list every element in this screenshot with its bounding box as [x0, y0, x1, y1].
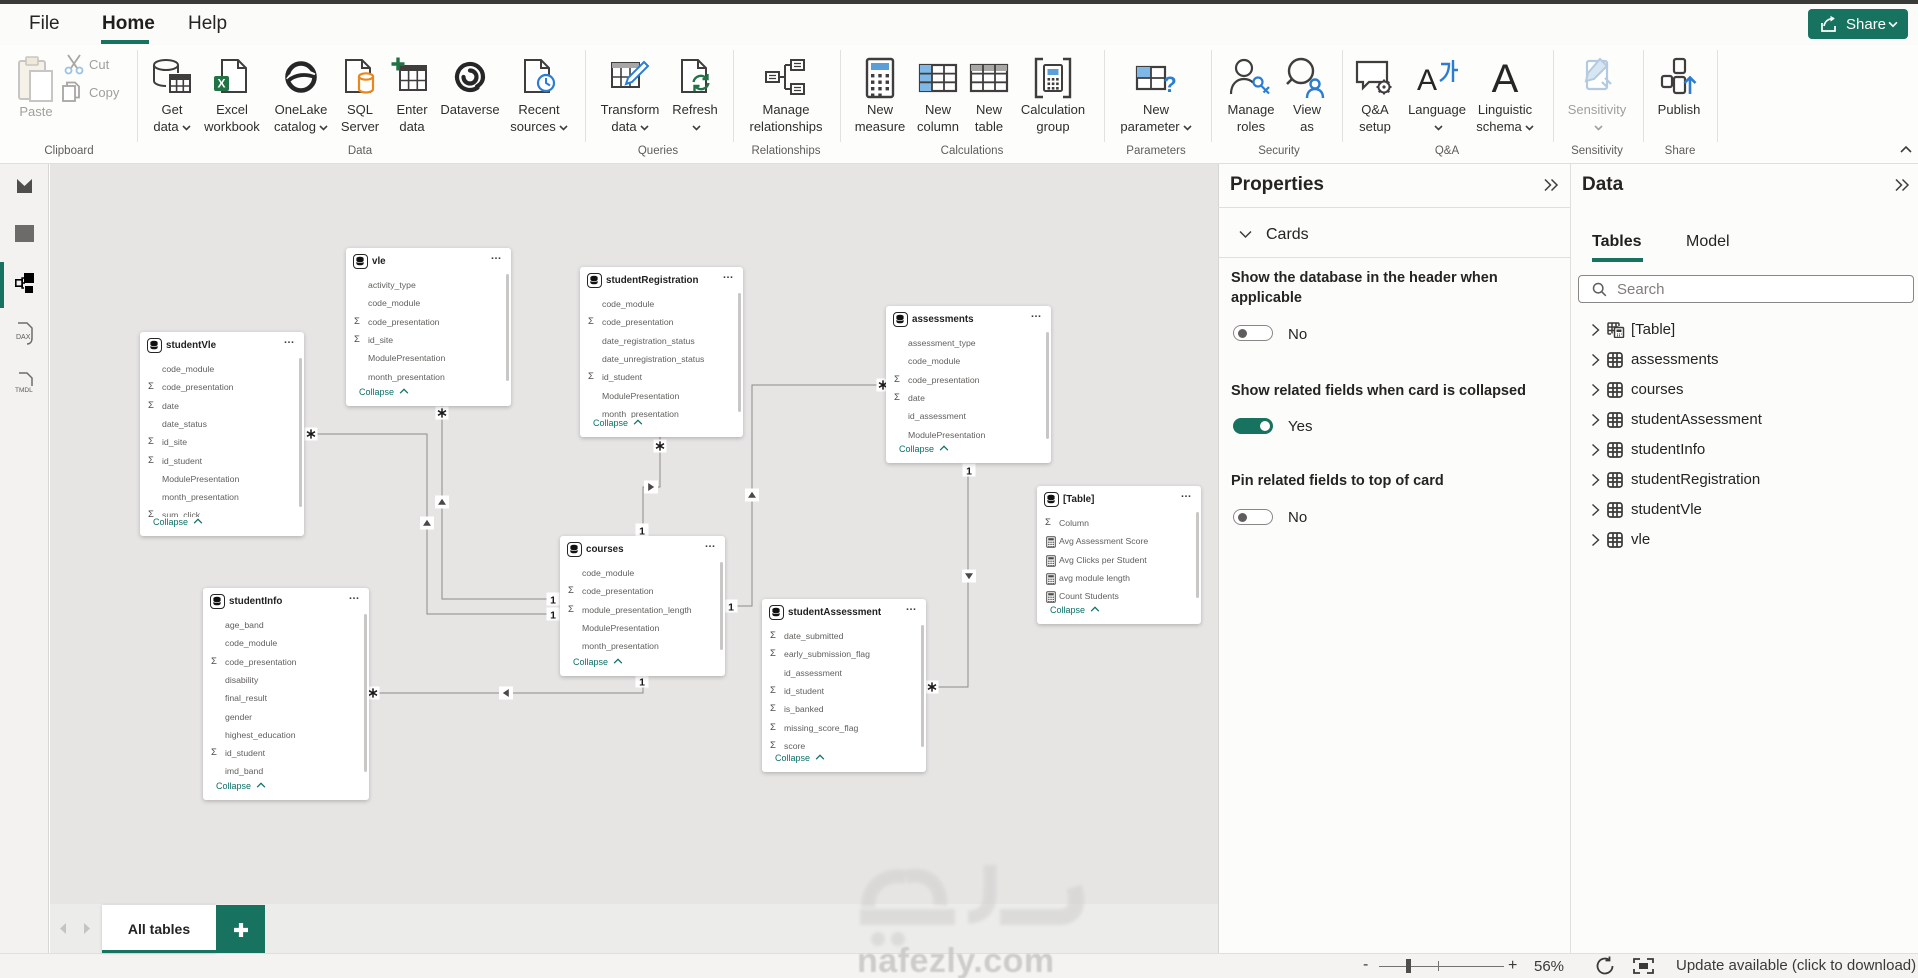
svg-text:1: 1 — [550, 610, 556, 622]
svg-text:1: 1 — [966, 466, 972, 478]
svg-text:1: 1 — [639, 677, 645, 689]
svg-text:1: 1 — [728, 602, 734, 614]
svg-text:1: 1 — [550, 595, 556, 607]
